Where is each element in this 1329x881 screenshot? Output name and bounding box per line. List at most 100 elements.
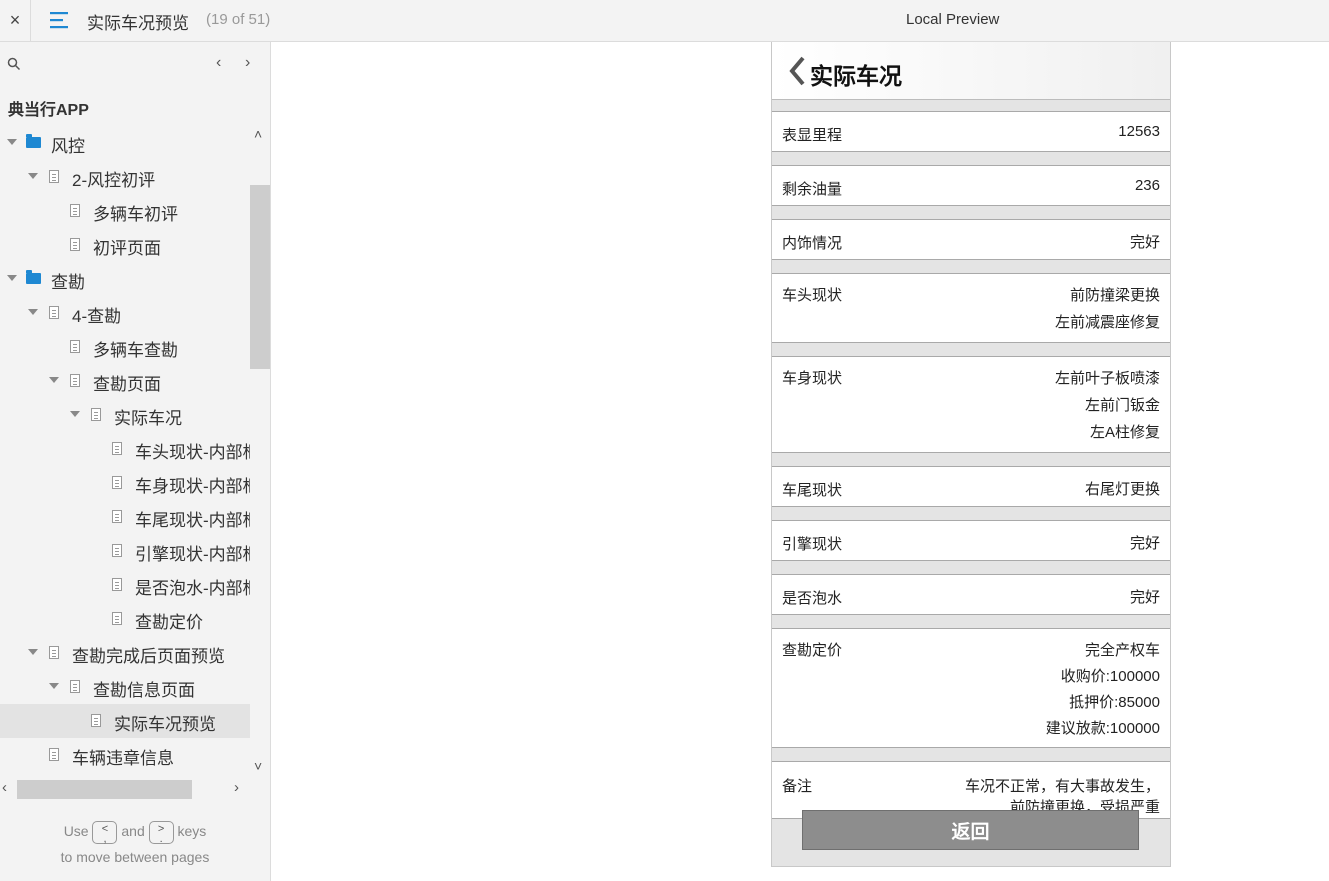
page-icon <box>70 238 80 251</box>
tree-item[interactable]: 车身现状-内部框 <box>0 466 250 500</box>
menu-icon[interactable] <box>50 10 70 30</box>
page-icon <box>112 510 122 523</box>
row-value: 前防撞梁更换 <box>1069 287 1160 304</box>
tree-item-label: 查勘页面 <box>93 375 161 394</box>
expand-caret-icon[interactable] <box>7 139 17 145</box>
row-value: 左前减震座修复 <box>1054 314 1160 331</box>
row-label: 车身现状 <box>782 370 843 387</box>
page-icon <box>112 476 122 489</box>
scroll-up-icon[interactable]: ˄ <box>254 126 262 142</box>
expand-caret-icon[interactable] <box>7 275 17 281</box>
horizontal-scrollbar-thumb[interactable] <box>17 780 192 799</box>
tree-item[interactable]: 初评页面 <box>0 228 250 262</box>
tree-item-label: 实际车况 <box>114 409 182 428</box>
tree-item[interactable]: 是否泡水-内部框 <box>0 568 250 602</box>
tree-item[interactable]: 2-风控初评 <box>0 160 250 194</box>
tree-item[interactable]: 4-查勘 <box>0 296 250 330</box>
vertical-scrollbar-thumb[interactable] <box>250 185 270 369</box>
previous-page-button[interactable]: ‹ <box>216 54 221 72</box>
row-value: 左A柱修复 <box>1089 424 1160 441</box>
back-icon[interactable] <box>788 56 808 86</box>
row-label: 备注 <box>782 778 813 795</box>
top-bar: × 实际车况预览 (19 of 51) Local Preview <box>0 0 1329 42</box>
tree-item-label: 车身现状-内部框 <box>135 477 250 496</box>
page-title: 实际车况预览 <box>87 14 189 33</box>
tree-item-label: 多辆车初评 <box>93 205 178 224</box>
row-value: 12563 <box>1118 123 1160 140</box>
tree-item-label: 查勘信息页面 <box>93 681 195 700</box>
tree-item-label: 车辆违章信息 <box>72 749 174 768</box>
tree-item-label: 车头现状-内部框 <box>135 443 250 462</box>
folder-icon <box>26 134 41 148</box>
tree-item-label: 4-查勘 <box>72 307 122 326</box>
condition-row: 查勘定价 完全产权车 收购价:100000 抵押价:85000 建议放款:100000 <box>772 628 1170 748</box>
tree-item-label: 实际车况预览 <box>114 715 216 734</box>
tree-item-label: 风控 <box>51 137 85 156</box>
page-icon <box>70 374 80 387</box>
expand-caret-icon[interactable] <box>28 649 38 655</box>
scroll-left-icon[interactable]: ‹ <box>2 779 7 796</box>
close-button[interactable]: × <box>0 0 31 41</box>
tree-item[interactable]: 引擎现状-内部框 <box>0 534 250 568</box>
expand-caret-icon[interactable] <box>49 683 59 689</box>
tree-item[interactable]: 车辆违章信息 <box>0 738 250 772</box>
tree-item[interactable]: 多辆车查勘 <box>0 330 250 364</box>
tree-item[interactable]: 车尾现状-内部框 <box>0 500 250 534</box>
page-icon <box>112 442 122 455</box>
search-icon[interactable] <box>7 57 21 71</box>
tree-item-label: 引擎现状-内部框 <box>135 545 250 564</box>
row-label: 车头现状 <box>782 287 843 304</box>
phone-title: 实际车况 <box>810 63 902 89</box>
row-value: 抵押价:85000 <box>1069 694 1160 711</box>
condition-row: 车头现状 前防撞梁更换左前减震座修复 <box>772 273 1170 343</box>
tree-item[interactable]: 查勘信息页面 <box>0 670 250 704</box>
tree-item-label: 初评页面 <box>93 239 161 258</box>
scroll-down-icon[interactable]: ˅ <box>254 758 262 774</box>
tree-item[interactable]: 多辆车初评 <box>0 194 250 228</box>
tree-item[interactable]: 实际车况 <box>0 398 250 432</box>
next-page-button[interactable]: › <box>245 54 250 72</box>
tree-item[interactable]: 查勘定价 <box>0 602 250 636</box>
page-icon <box>112 612 122 625</box>
row-value: 车况不正常，有大事故发生， <box>964 778 1160 795</box>
page-icon <box>49 170 59 183</box>
page-icon <box>112 544 122 557</box>
project-name: 典当行APP <box>8 102 89 119</box>
tree-item[interactable]: 车头现状-内部框 <box>0 432 250 466</box>
preview-title: Local Preview <box>906 11 1000 28</box>
prev-key-icon: <, <box>92 821 118 845</box>
expand-caret-icon[interactable] <box>28 173 38 179</box>
row-value: 右尾灯更换 <box>1084 481 1160 498</box>
page-tree: 风控 2-风控初评多辆车初评初评页面查勘 4-查勘多辆车查勘查勘页面实际车况车头现状… <box>0 126 250 778</box>
tree-item-label: 是否泡水-内部框 <box>135 579 250 598</box>
hint-and: and <box>121 823 145 839</box>
phone-header: 实际车况 <box>772 42 1170 100</box>
expand-caret-icon[interactable] <box>49 377 59 383</box>
condition-row: 引擎现状 完好 <box>772 520 1170 561</box>
tree-item[interactable]: 查勘 <box>0 262 250 296</box>
row-value: 建议放款:100000 <box>1045 720 1160 737</box>
condition-row: 车身现状 左前叶子板喷漆 左前门钣金 左A柱修复 <box>772 356 1170 453</box>
scroll-right-icon[interactable]: › <box>234 779 239 796</box>
return-button[interactable]: 返回 <box>802 810 1139 850</box>
next-key-icon: >. <box>148 821 174 845</box>
row-label: 是否泡水 <box>782 590 843 607</box>
tree-item-label: 查勘定价 <box>135 613 203 632</box>
row-label: 内饰情况 <box>782 235 843 252</box>
condition-row: 是否泡水 完好 <box>772 574 1170 615</box>
expand-caret-icon[interactable] <box>28 309 38 315</box>
tree-item[interactable]: 风控 <box>0 126 250 160</box>
expand-caret-icon[interactable] <box>70 411 80 417</box>
row-value: 完好 <box>1129 589 1160 606</box>
page-icon <box>91 408 101 421</box>
condition-row: 内饰情况 完好 <box>772 219 1170 260</box>
tree-item[interactable]: 实际车况预览 <box>0 704 250 738</box>
condition-row: 剩余油量 236 <box>772 165 1170 206</box>
row-label: 表显里程 <box>782 127 843 144</box>
page-icon <box>70 204 80 217</box>
tree-item-label: 车尾现状-内部框 <box>135 511 250 530</box>
tree-item[interactable]: 查勘完成后页面预览 <box>0 636 250 670</box>
row-label: 车尾现状 <box>782 482 843 499</box>
hint-line2: to move between pages <box>60 849 210 865</box>
tree-item[interactable]: 查勘页面 <box>0 364 250 398</box>
